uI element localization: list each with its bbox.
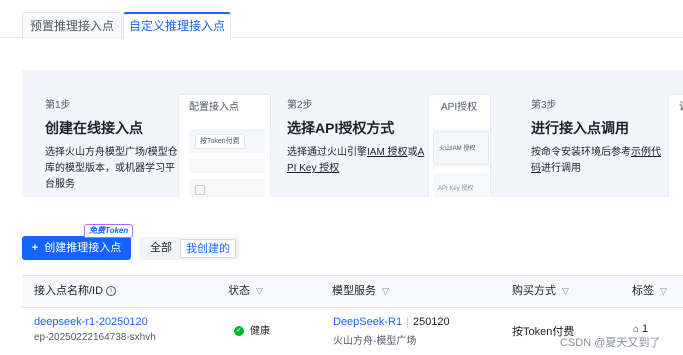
step-2-card-title: API授权 — [441, 102, 478, 113]
steps-banner: 第1步 创建在线接入点 选择火山方舟模型广场/模型仓 库的模型版本，或机器学习平… — [22, 70, 683, 197]
step-2-card-chip: 火山IAM 授权 — [439, 146, 476, 152]
step-2-desc-line: 选择通过火山引擎IAM 授权或A — [287, 145, 427, 161]
endpoint-type-tabs: 预置推理接入点 自定义推理接入点 — [0, 0, 683, 40]
step-1-desc: 选择火山方舟模型广场/模型仓 库的模型版本，或机器学习平 台服务 — [45, 145, 185, 193]
create-endpoint-button[interactable]: + 创建推理接入点 — [22, 236, 131, 260]
step-2-card-chip: API Key 授权 — [438, 186, 474, 192]
col-billing: 购买方式 ▽ — [512, 276, 569, 307]
step-3-desc-line: 按命令安装环境后参考示例代 — [531, 145, 661, 161]
step-3-title: 进行接入点调用 — [531, 120, 629, 136]
step-1-desc-line: 库的模型版本，或机器学习平 — [45, 163, 175, 174]
filter-icon[interactable]: ▽ — [562, 276, 569, 307]
model-source: 火山方舟-模型广场 — [333, 336, 417, 347]
step-1-card-row — [189, 159, 265, 173]
endpoint-name-link[interactable]: deepseek-r1-20250120 — [34, 316, 148, 328]
step-2-number: 第2步 — [287, 100, 313, 111]
col-name: 接入点名称/ID i — [34, 276, 117, 307]
model-service: DeepSeek-R1 | 250120 — [333, 316, 450, 328]
col-name-label: 接入点名称/ID — [34, 285, 104, 297]
step-1-illustration: 配置接入点 按Token付费 — [178, 94, 271, 197]
step-3-number: 第3步 — [531, 100, 557, 111]
col-status-label: 状态 — [228, 285, 250, 297]
filter-mine[interactable]: 我创建的 — [180, 239, 236, 258]
filter-all[interactable]: 全部 — [143, 239, 179, 258]
step-2-desc-text: 或 — [407, 147, 418, 158]
step-3-desc-text: 进行调用 — [541, 163, 581, 174]
grid-icon — [195, 185, 205, 195]
step-1-card-row — [189, 179, 265, 197]
status-label: 健康 — [250, 326, 270, 337]
table-header: 接入点名称/ID i 状态 ▽ 模型服务 ▽ 购买方式 ▽ 标签 ▽ — [22, 275, 683, 308]
col-status: 状态 ▽ — [228, 276, 263, 307]
step-3-desc: 按命令安装环境后参考示例代 码进行调用 — [531, 145, 661, 177]
plus-icon: + — [31, 242, 39, 254]
filter-icon[interactable]: ▽ — [382, 276, 389, 307]
col-tags-label: 标签 — [632, 285, 654, 297]
filter-icon[interactable]: ▽ — [256, 276, 263, 307]
step-3-card-title: 调 — [669, 95, 683, 121]
model-version: 250120 — [412, 316, 450, 328]
sample-code-link[interactable]: 示例代 — [631, 147, 661, 158]
model-name-link[interactable]: DeepSeek-R1 — [333, 316, 402, 328]
check-circle-icon: ✓ — [234, 326, 244, 337]
api-key-auth-link-cont[interactable]: PI Key 授权 — [287, 163, 339, 174]
step-1-card-row: 按Token付费 — [189, 129, 265, 153]
creator-filter: 全部 我创建的 — [140, 237, 239, 260]
endpoint-id: ep-20250222164738-sxhvh — [34, 332, 156, 343]
step-3-desc-text: 按命令安装环境后参考 — [531, 147, 631, 158]
step-2-desc: 选择通过火山引擎IAM 授权或A PI Key 授权 — [287, 145, 427, 177]
step-2-card-row: API Key 授权 — [433, 173, 489, 197]
step-1-card-title: 配置接入点 — [189, 102, 239, 113]
step-2-card-row: 火山IAM 授权 — [433, 131, 489, 165]
api-key-auth-link[interactable]: A — [418, 147, 425, 158]
filter-icon[interactable]: ▽ — [660, 276, 667, 307]
step-1-number: 第1步 — [45, 100, 71, 111]
step-1-desc-line: 台服务 — [45, 179, 75, 190]
col-model-label: 模型服务 — [332, 285, 376, 297]
divider: | — [406, 316, 409, 328]
sample-code-link-cont[interactable]: 码 — [531, 163, 541, 174]
step-2-desc-line: PI Key 授权 — [287, 161, 427, 177]
step-1-desc-line: 选择火山方舟模型广场/模型仓 — [45, 147, 178, 158]
step-3-desc-line: 码进行调用 — [531, 161, 661, 177]
step-2-desc-text: 选择通过火山引擎 — [287, 147, 367, 158]
step-3-illustration: 调 — [668, 94, 683, 197]
step-1-title: 创建在线接入点 — [45, 120, 143, 136]
step-2-illustration: API授权 火山IAM 授权 API Key 授权 — [428, 94, 491, 197]
step-2-title: 选择API授权方式 — [287, 120, 395, 136]
info-icon[interactable]: i — [106, 286, 117, 297]
col-billing-label: 购买方式 — [512, 285, 556, 297]
step-1-card-chip: 按Token付费 — [195, 134, 245, 149]
tab-custom-endpoints[interactable]: 自定义推理接入点 — [123, 12, 231, 40]
col-tags: 标签 ▽ — [632, 276, 667, 307]
create-endpoint-label: 创建推理接入点 — [44, 242, 122, 254]
iam-auth-link[interactable]: IAM 授权 — [367, 147, 408, 158]
watermark: CSDN @夏天又到了 — [560, 337, 661, 349]
col-model: 模型服务 ▽ — [332, 276, 389, 307]
tab-preset-endpoints[interactable]: 预置推理接入点 — [22, 12, 122, 39]
status-badge: ✓ 健康 — [234, 322, 270, 337]
free-token-badge: 免费Token — [84, 224, 134, 238]
